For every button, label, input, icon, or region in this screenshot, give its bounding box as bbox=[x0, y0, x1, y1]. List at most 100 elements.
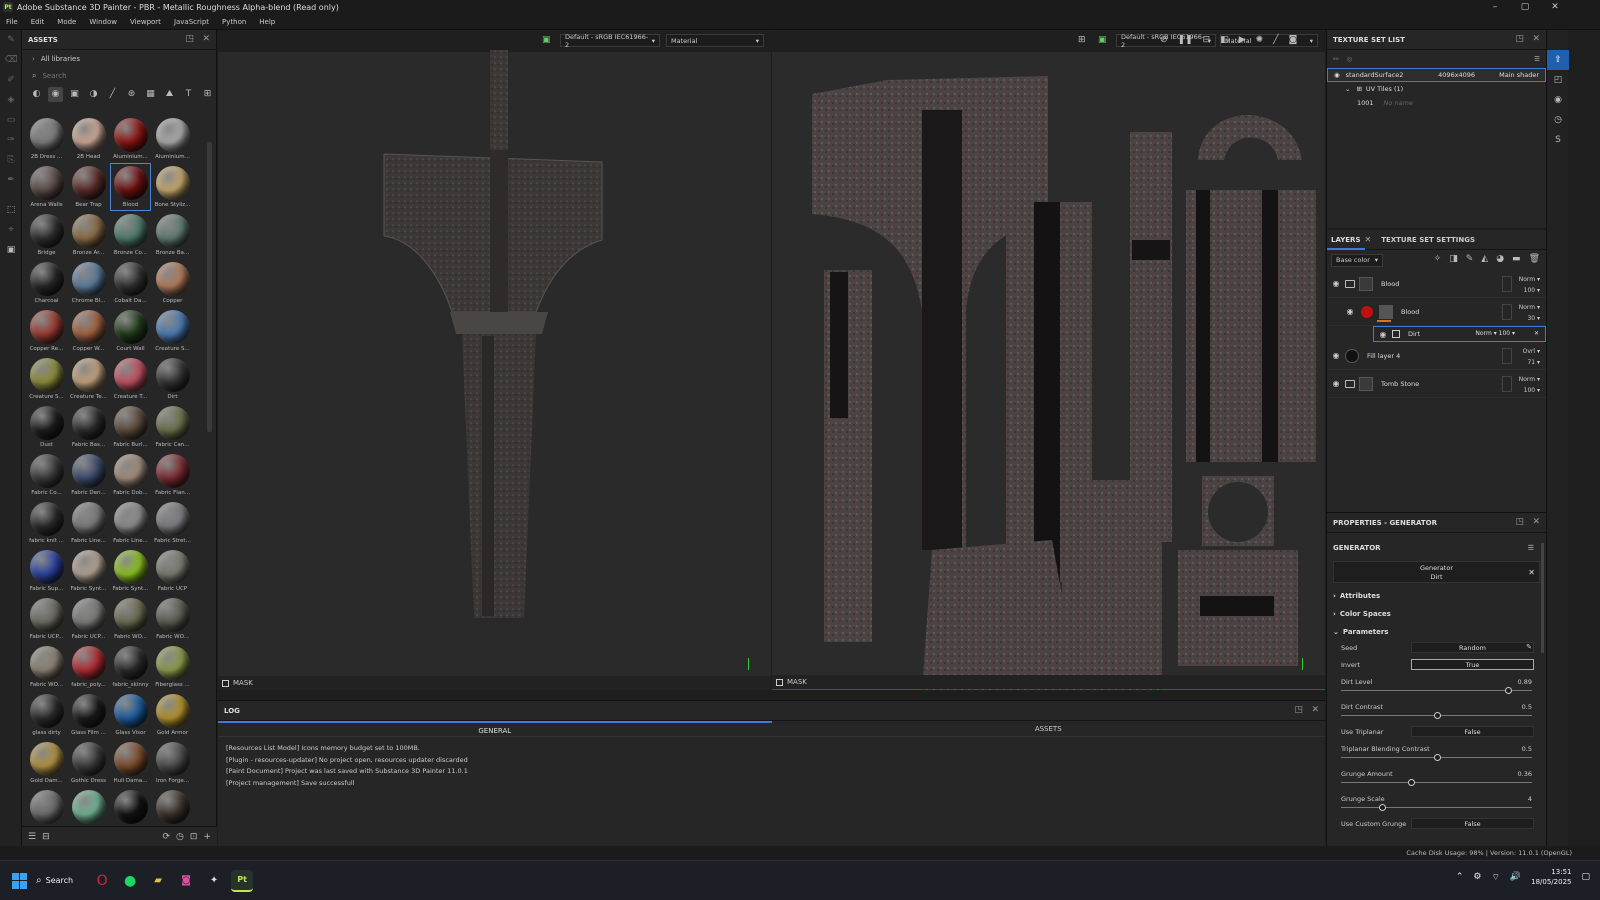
refresh-icon[interactable]: ⟳ bbox=[163, 832, 171, 842]
paint-brush-icon[interactable]: ✎ bbox=[0, 30, 22, 50]
grunge-scale-slider[interactable]: Grunge Scale 4 bbox=[1327, 792, 1546, 817]
material-tile[interactable]: Fabric Den... bbox=[68, 451, 109, 499]
split-view-icon[interactable]: ⊟ bbox=[1203, 35, 1211, 45]
material-tile[interactable]: Fabric Can... bbox=[152, 403, 193, 451]
blend-mode[interactable]: Norm bbox=[1519, 276, 1535, 283]
viewport-3d[interactable]: Default - sRGB IEC61966-2 ▾ Material ▾ ▣ M… bbox=[218, 30, 771, 690]
effect-opacity[interactable]: 100 bbox=[1499, 330, 1510, 337]
material-tile[interactable]: Aluminium... bbox=[110, 115, 151, 163]
slider-handle[interactable] bbox=[1434, 754, 1441, 761]
cube-icon[interactable]: ◧ bbox=[1220, 35, 1229, 45]
tab-layers[interactable]: LAYERS bbox=[1327, 230, 1365, 250]
grunge-scale-value[interactable]: 4 bbox=[1528, 795, 1532, 803]
material-tile[interactable]: Fabric Stret... bbox=[152, 499, 193, 547]
eraser-icon[interactable]: ⌫ bbox=[0, 50, 22, 70]
tab-assets[interactable]: ASSETS bbox=[771, 721, 1325, 737]
effect-blend[interactable]: Norm ▾ 100 ▾ bbox=[1475, 330, 1515, 337]
menu-window[interactable]: Window bbox=[89, 18, 117, 26]
menu-help[interactable]: Help bbox=[259, 18, 275, 26]
material-tile[interactable]: glass dirty bbox=[26, 691, 67, 739]
mask-checkbox[interactable] bbox=[776, 678, 783, 686]
wifi-icon[interactable]: ⌔ bbox=[1491, 872, 1499, 883]
close-icon[interactable]: ✕ bbox=[202, 34, 210, 44]
close-button[interactable]: ✕ bbox=[1540, 0, 1570, 14]
blend-mode[interactable]: Norm bbox=[1475, 330, 1491, 337]
use-triplanar-toggle[interactable]: False bbox=[1411, 726, 1534, 737]
channel-dropdown-3d[interactable]: Material ▾ bbox=[666, 34, 764, 47]
layer-blend[interactable]: Norm ▾ 30 ▾ bbox=[1519, 302, 1540, 324]
uv-tile-item[interactable]: 1001 No name bbox=[1327, 96, 1546, 110]
material-tile[interactable]: Fabric Sup... bbox=[26, 547, 67, 595]
material-tile[interactable]: Bronze Ba... bbox=[152, 211, 193, 259]
parameters-group[interactable]: ⌄ Parameters bbox=[1327, 623, 1546, 641]
delete-icon[interactable]: 🗑 bbox=[1529, 254, 1540, 264]
visibility-icon[interactable]: ◎ bbox=[1346, 55, 1352, 63]
material-tile[interactable]: Fabric Flan... bbox=[152, 451, 193, 499]
filter-procedurals-icon[interactable]: ⊛ bbox=[124, 87, 139, 102]
eye-icon[interactable]: ◉ bbox=[1331, 351, 1341, 360]
material-tile[interactable]: Bone Styliz... bbox=[152, 163, 193, 211]
material-tile[interactable]: fabric_skinny bbox=[110, 643, 151, 691]
assets-scrollbar[interactable] bbox=[207, 142, 212, 432]
filter-filters-icon[interactable]: ◑ bbox=[86, 87, 101, 102]
close-icon[interactable]: ✕ bbox=[1365, 235, 1372, 244]
menu-edit[interactable]: Edit bbox=[31, 18, 45, 26]
material-tile[interactable]: Fabric Line... bbox=[110, 499, 151, 547]
polygon-fill-icon[interactable]: ▭ bbox=[0, 110, 22, 130]
texture-set-item[interactable]: ◉ standardSurface2 4096x4096 Main shader bbox=[1327, 68, 1546, 82]
mask-bar-2d[interactable]: MASK bbox=[772, 675, 1325, 689]
library-selector[interactable]: › All libraries bbox=[22, 50, 216, 68]
menu-icon[interactable]: ☰ bbox=[1534, 55, 1540, 63]
list-view-icon[interactable]: ☰ bbox=[28, 832, 36, 842]
layer-blend[interactable]: Ovrl ▾ 71 ▾ bbox=[1523, 346, 1540, 368]
brush-settings-icon[interactable]: ╱ bbox=[1273, 35, 1278, 45]
menu-viewport[interactable]: Viewport bbox=[130, 18, 161, 26]
material-tile[interactable]: Court Wall bbox=[110, 307, 151, 355]
add-folder-icon[interactable]: ▬ bbox=[1512, 254, 1521, 264]
mask-checkbox[interactable] bbox=[222, 679, 229, 687]
material-tile[interactable]: Fabric Dob... bbox=[110, 451, 151, 499]
properties-scrollbar[interactable] bbox=[1541, 543, 1544, 653]
attributes-group[interactable]: › Attributes bbox=[1327, 587, 1546, 605]
dirt-contrast-slider[interactable]: Dirt Contrast 0.5 bbox=[1327, 700, 1546, 725]
layer-opacity[interactable]: 71 bbox=[1527, 359, 1535, 366]
close-icon[interactable]: ✕ bbox=[1528, 568, 1535, 577]
link-icon[interactable]: ⚯ bbox=[1333, 55, 1338, 63]
effect-row[interactable]: ◉ Dirt Norm ▾ 100 ▾ ✕ bbox=[1373, 326, 1546, 342]
triplanar-value[interactable]: 0.5 bbox=[1522, 745, 1532, 753]
layers-stack-icon[interactable]: ◰ bbox=[1547, 70, 1569, 90]
menu-icon[interactable]: ☰ bbox=[1528, 544, 1534, 552]
camera-video-icon[interactable]: ▶ bbox=[1239, 35, 1246, 45]
windows-start-icon[interactable] bbox=[12, 872, 28, 889]
material-tile[interactable]: Glass Visor bbox=[110, 691, 151, 739]
filter-smart-masks-icon[interactable]: ▣ bbox=[67, 87, 82, 102]
measure-icon[interactable]: ⌖ bbox=[0, 220, 22, 240]
channel-dropdown[interactable]: Base color ▾ bbox=[1331, 253, 1383, 267]
add-fill-layer-icon[interactable]: ◭ bbox=[1481, 254, 1488, 264]
taskbar-search[interactable]: ⌕ Search bbox=[36, 875, 73, 886]
menu-mode[interactable]: Mode bbox=[57, 18, 76, 26]
screenshot-icon[interactable]: ◙ bbox=[1289, 35, 1298, 45]
filter-smart-materials-icon[interactable]: ◐ bbox=[29, 87, 44, 102]
photos-icon[interactable]: ◙ bbox=[175, 870, 197, 892]
material-tile[interactable]: Fabric Synt... bbox=[110, 547, 151, 595]
material-tile[interactable]: Copper Re... bbox=[26, 307, 67, 355]
seed-field[interactable]: Random bbox=[1411, 642, 1534, 653]
slider-handle[interactable] bbox=[1505, 687, 1512, 694]
filter-text-icon[interactable]: T bbox=[181, 87, 196, 102]
triplanar-contrast-slider[interactable]: Triplanar Blending Contrast 0.5 bbox=[1327, 742, 1546, 767]
texture-set-shader[interactable]: Main shader bbox=[1499, 71, 1539, 79]
search-input[interactable]: Search bbox=[42, 72, 66, 80]
layer-opacity[interactable]: 100 bbox=[1524, 387, 1535, 394]
material-tile[interactable]: Fiberglass ... bbox=[152, 643, 193, 691]
dirt-contrast-value[interactable]: 0.5 bbox=[1522, 703, 1532, 711]
layer-row[interactable]: ◉ Blood Norm ▾ 30 ▾ bbox=[1327, 298, 1546, 326]
slider-handle[interactable] bbox=[1408, 779, 1415, 786]
spotify-icon[interactable]: ● bbox=[119, 870, 141, 892]
material-tile[interactable]: Creature S... bbox=[152, 307, 193, 355]
history-icon[interactable]: ◷ bbox=[1547, 110, 1569, 130]
color-spaces-group[interactable]: › Color Spaces bbox=[1327, 605, 1546, 623]
pencil-icon[interactable]: ✎ bbox=[1526, 643, 1532, 651]
share-icon[interactable]: ⇪ bbox=[1547, 50, 1569, 70]
dirt-level-slider[interactable]: Dirt Level 0.89 bbox=[1327, 675, 1546, 700]
